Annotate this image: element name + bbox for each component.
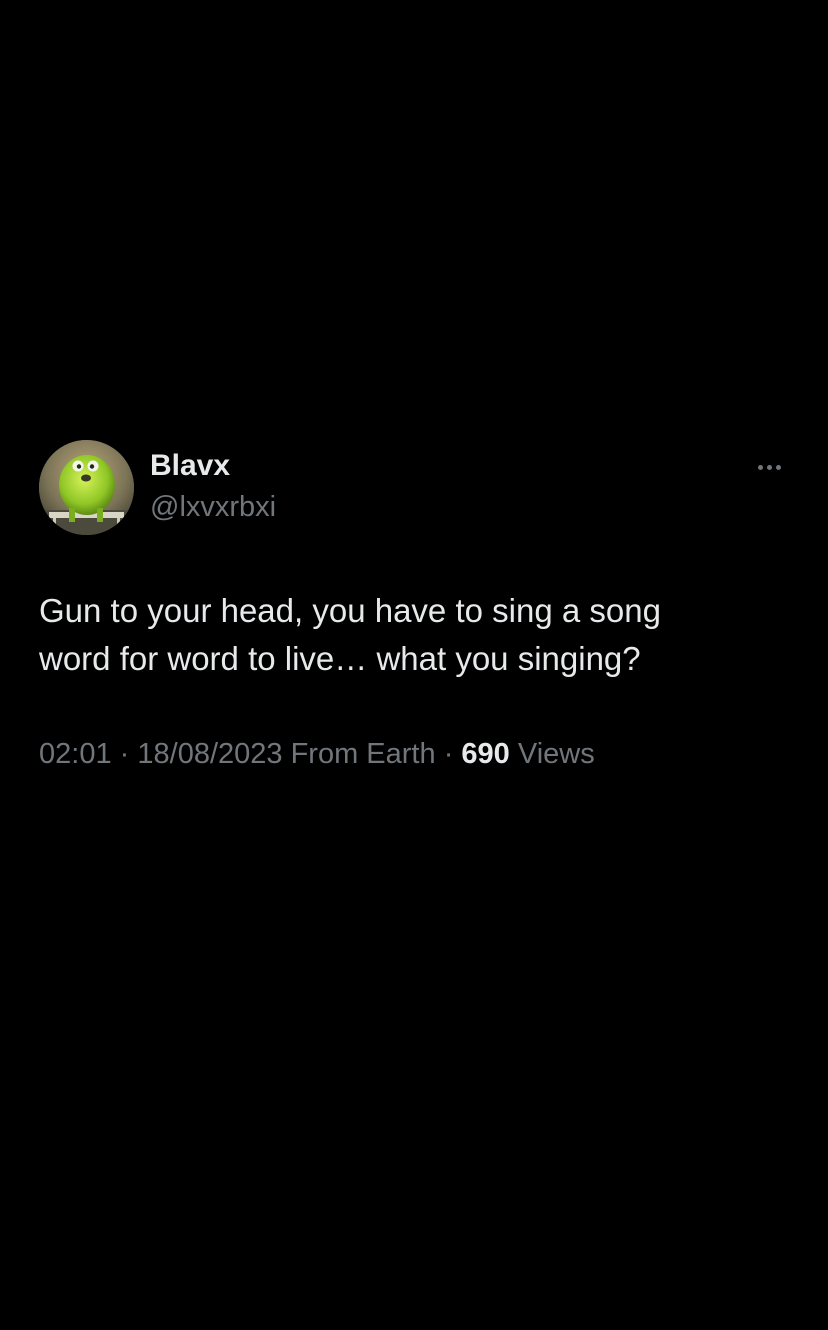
more-options-icon <box>757 464 763 470</box>
tweet-text-line: Gun to your head, you have to sing a son… <box>39 592 661 629</box>
author-handle[interactable]: @lxvxrbxi <box>150 490 276 524</box>
tweet-date[interactable]: 18/08/2023 <box>137 738 282 770</box>
author-avatar[interactable] <box>39 440 134 535</box>
tweet-source: From Earth <box>290 738 436 770</box>
views-label[interactable]: Views <box>518 738 595 770</box>
tweet-detail: Blavx @lxvxrbxi Gun to your head, you ha… <box>0 0 828 1330</box>
tweet-text-line: word for word to live… what you singing? <box>39 640 641 677</box>
more-options-icon-dot-2 <box>766 464 772 470</box>
tweet-time[interactable]: 02:01 <box>39 738 112 770</box>
tweet-text: Gun to your head, you have to sing a son… <box>39 587 789 683</box>
more-options-button[interactable] <box>748 452 790 482</box>
meta-separator: · <box>119 738 130 770</box>
more-options-icon-dot-3 <box>775 464 781 470</box>
views-count[interactable]: 690 <box>461 738 509 770</box>
tweet-meta: 02:01 · 18/08/2023 From Earth · 690 View… <box>39 735 595 773</box>
author-display-name[interactable]: Blavx <box>150 448 230 484</box>
avatar-image <box>39 440 134 535</box>
meta-separator: · <box>443 738 454 770</box>
